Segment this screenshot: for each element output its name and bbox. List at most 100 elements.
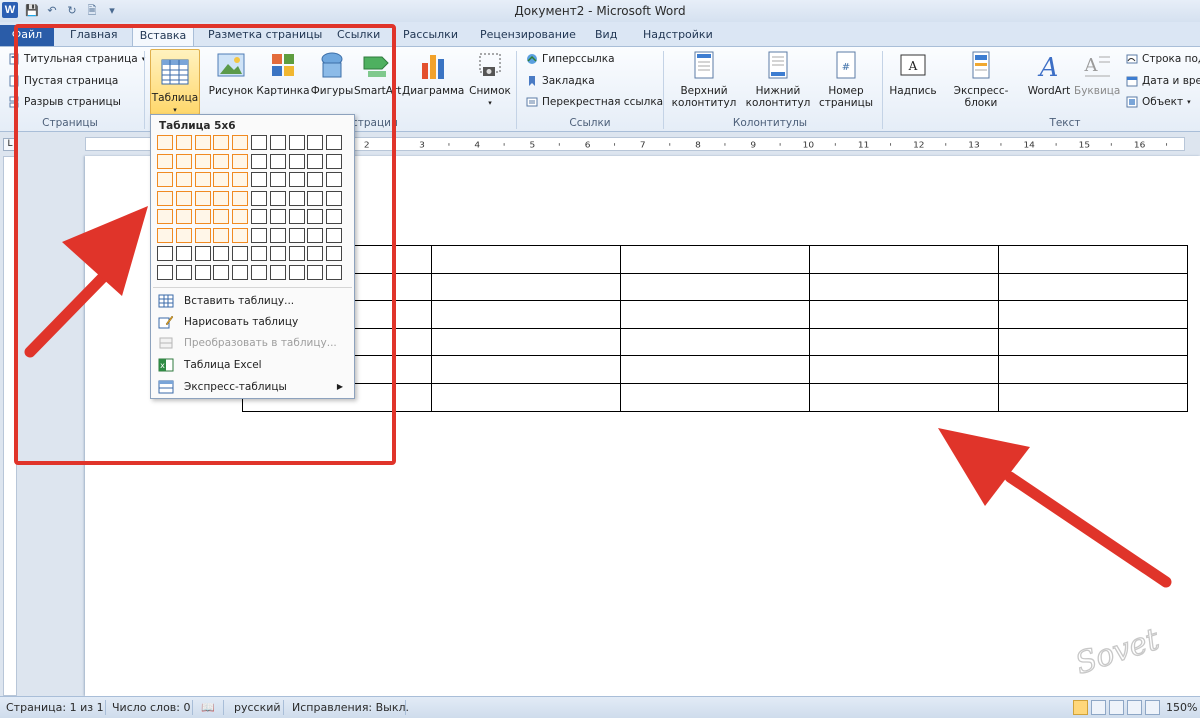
grid-cell[interactable]	[213, 153, 230, 169]
grid-cell[interactable]	[288, 264, 305, 280]
tab-review[interactable]: Рецензирование	[474, 25, 582, 46]
grid-cell[interactable]	[232, 246, 249, 261]
table-cell[interactable]	[620, 382, 810, 412]
grid-cell[interactable]	[326, 264, 343, 280]
grid-cell[interactable]	[288, 135, 305, 150]
grid-cell[interactable]	[269, 246, 286, 261]
grid-cell[interactable]	[307, 264, 324, 280]
grid-cell[interactable]	[194, 209, 211, 224]
grid-cell[interactable]	[175, 227, 192, 243]
grid-cell[interactable]	[269, 153, 286, 169]
grid-cell[interactable]	[213, 264, 230, 280]
table-cell[interactable]	[620, 355, 810, 384]
grid-cell[interactable]	[326, 209, 343, 224]
zoom-level[interactable]: 150%	[1166, 701, 1197, 714]
footer-button[interactable]: Нижний колонтитул	[740, 49, 816, 109]
cross-reference-button[interactable]: Перекрестная ссылка	[526, 96, 663, 108]
signature-line-button[interactable]: Строка под	[1126, 53, 1200, 65]
table-cell[interactable]	[998, 382, 1188, 412]
grid-cell[interactable]	[288, 172, 305, 187]
grid-cell[interactable]	[251, 264, 267, 280]
dropcap-button[interactable]: A Буквица	[1074, 49, 1120, 97]
grid-cell[interactable]	[157, 264, 173, 280]
grid-cell[interactable]	[157, 172, 173, 187]
table-cell[interactable]	[998, 245, 1188, 274]
grid-cell[interactable]	[175, 135, 192, 150]
table-cell[interactable]	[431, 327, 621, 357]
excel-table-menu-item[interactable]: x Таблица Excel	[155, 354, 351, 375]
table-cell[interactable]	[620, 272, 810, 302]
grid-cell[interactable]	[251, 209, 267, 224]
grid-cell[interactable]	[269, 190, 286, 206]
grid-cell[interactable]	[175, 153, 192, 169]
hyperlink-button[interactable]: Гиперссылка	[526, 53, 615, 65]
grid-cell[interactable]	[175, 246, 192, 261]
table-cell[interactable]	[998, 272, 1188, 302]
grid-cell[interactable]	[307, 172, 324, 187]
print-layout-view-icon[interactable]	[1073, 700, 1088, 715]
grid-cell[interactable]	[157, 209, 173, 224]
grid-cell[interactable]	[326, 246, 343, 261]
quick-tables-menu-item[interactable]: Экспресс-таблицы ▶	[155, 376, 351, 397]
grid-cell[interactable]	[194, 264, 211, 280]
grid-cell[interactable]	[288, 153, 305, 169]
grid-cell[interactable]	[213, 135, 230, 150]
grid-cell[interactable]	[194, 172, 211, 187]
grid-cell[interactable]	[326, 172, 343, 187]
table-cell[interactable]	[620, 245, 810, 274]
word-count-status[interactable]: Число слов: 0	[112, 701, 191, 714]
grid-cell[interactable]	[232, 264, 249, 280]
draft-view-icon[interactable]	[1145, 700, 1160, 715]
grid-cell[interactable]	[194, 190, 211, 206]
grid-cell[interactable]	[194, 246, 211, 261]
grid-cell[interactable]	[307, 227, 324, 243]
grid-cell[interactable]	[251, 135, 267, 150]
grid-cell[interactable]	[194, 135, 211, 150]
quick-parts-button[interactable]: Экспресс-блоки	[938, 49, 1024, 109]
page-number-button[interactable]: # Номер страницы	[814, 49, 878, 109]
tab-addins[interactable]: Надстройки	[637, 25, 719, 46]
grid-cell[interactable]	[326, 190, 343, 206]
grid-cell[interactable]	[288, 209, 305, 224]
grid-cell[interactable]	[213, 246, 230, 261]
table-cell[interactable]	[431, 300, 621, 329]
bookmark-button[interactable]: Закладка	[526, 75, 595, 87]
grid-cell[interactable]	[251, 153, 267, 169]
grid-cell[interactable]	[307, 190, 324, 206]
grid-cell[interactable]	[175, 264, 192, 280]
datetime-button[interactable]: Дата и вре	[1126, 75, 1200, 87]
grid-cell[interactable]	[232, 153, 249, 169]
grid-cell[interactable]	[326, 135, 343, 150]
page-count-status[interactable]: Страница: 1 из 1	[6, 701, 104, 714]
grid-cell[interactable]	[213, 227, 230, 243]
grid-cell[interactable]	[157, 246, 173, 261]
insert-table-menu-item[interactable]: Вставить таблицу...	[155, 290, 351, 311]
table-cell[interactable]	[809, 355, 999, 384]
grid-cell[interactable]	[194, 153, 211, 169]
grid-cell[interactable]	[175, 209, 192, 224]
full-screen-reading-view-icon[interactable]	[1091, 700, 1106, 715]
table-cell[interactable]	[620, 300, 810, 329]
tab-view[interactable]: Вид	[589, 25, 623, 46]
grid-cell[interactable]	[157, 227, 173, 243]
grid-cell[interactable]	[307, 135, 324, 150]
grid-cell[interactable]	[232, 172, 249, 187]
grid-cell[interactable]	[213, 209, 230, 224]
grid-cell[interactable]	[251, 190, 267, 206]
draw-table-menu-item[interactable]: Нарисовать таблицу	[155, 311, 351, 332]
table-cell[interactable]	[809, 382, 999, 412]
object-button[interactable]: Объект ▾	[1126, 96, 1191, 108]
web-layout-view-icon[interactable]	[1109, 700, 1124, 715]
table-cell[interactable]	[809, 272, 999, 302]
grid-cell[interactable]	[194, 227, 211, 243]
grid-cell[interactable]	[157, 190, 173, 206]
language-status[interactable]: русский	[234, 701, 281, 714]
grid-cell[interactable]	[307, 153, 324, 169]
header-button[interactable]: Верхний колонтитул	[668, 49, 740, 109]
grid-cell[interactable]	[307, 246, 324, 261]
grid-cell[interactable]	[251, 172, 267, 187]
grid-cell[interactable]	[232, 227, 249, 243]
table-cell[interactable]	[998, 355, 1188, 384]
track-changes-status[interactable]: Исправления: Выкл.	[292, 701, 409, 714]
grid-cell[interactable]	[213, 190, 230, 206]
